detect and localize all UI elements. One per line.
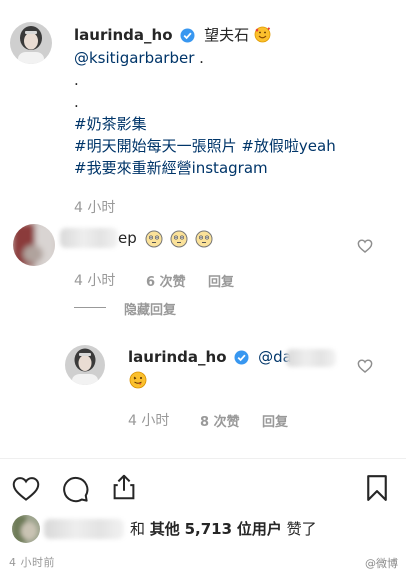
- caption-mention-suffix: .: [194, 49, 204, 67]
- reply-username[interactable]: laurinda_ho: [128, 348, 227, 366]
- tongue-face-icon: [129, 371, 147, 389]
- hashtag-link[interactable]: #放假啦yeah: [241, 137, 335, 155]
- comment-reply-button[interactable]: 回复: [208, 271, 234, 290]
- likes-others: 其他: [149, 520, 180, 538]
- caption-mention-line: @ksitigarbarber .: [74, 48, 204, 68]
- caption-dot-1: .: [74, 71, 79, 89]
- caption-hashtag-line: #明天開始每天一張照片 #放假啦yeah: [74, 136, 336, 156]
- redacted-mention: [286, 349, 336, 367]
- hide-replies-button[interactable]: 隐藏回复: [124, 299, 176, 318]
- verified-badge-icon: [180, 28, 195, 48]
- comment-like-heart-icon[interactable]: [357, 238, 373, 254]
- redacted-liker-name: [44, 519, 124, 539]
- caption-dot-2: .: [74, 93, 79, 111]
- hashtag-link[interactable]: #明天開始每天一張照片: [74, 137, 237, 155]
- comment-avatar[interactable]: [13, 224, 55, 266]
- share-icon[interactable]: [109, 472, 139, 506]
- reply-like-heart-icon[interactable]: [357, 358, 373, 374]
- bookmark-icon[interactable]: [363, 473, 391, 507]
- comment-icon[interactable]: [60, 474, 90, 508]
- verified-badge-icon: [234, 350, 249, 370]
- flushed-face-icon: [170, 230, 188, 248]
- hashtag-link[interactable]: #我要來重新經營instagram: [74, 158, 268, 178]
- flushed-face-icon: [145, 230, 163, 248]
- likes-unit: 位用户: [236, 520, 282, 538]
- comment-text: ep: [118, 229, 137, 247]
- weibo-watermark: @微博: [365, 557, 398, 570]
- section-divider: [0, 458, 406, 459]
- redacted-username: [60, 228, 118, 248]
- reply-likes-count[interactable]: 8 次赞: [200, 411, 240, 430]
- post-timestamp: 4 小时前: [9, 556, 55, 569]
- caption-avatar[interactable]: [10, 22, 52, 64]
- comment-time[interactable]: 4 小时: [74, 270, 115, 290]
- reply-time[interactable]: 4 小时: [128, 410, 169, 430]
- replies-divider: [74, 307, 106, 308]
- smiling-face-hearts-icon: [254, 26, 271, 48]
- likes-suffix: 赞了: [286, 520, 317, 538]
- hashtag-link[interactable]: #奶茶影集: [74, 114, 147, 134]
- liker-avatar[interactable]: [12, 515, 40, 543]
- likes-summary[interactable]: 和 其他 5,713 位用户 赞了: [130, 519, 317, 539]
- caption-header: laurinda_ho 望夫石: [74, 25, 271, 48]
- flushed-face-icon: [195, 230, 213, 248]
- caption-title-text: 望夫石: [204, 26, 250, 44]
- heart-icon[interactable]: [11, 474, 41, 508]
- reply-header: laurinda_ho @da: [128, 347, 292, 370]
- caption-mention-link[interactable]: @ksitigarbarber: [74, 49, 194, 67]
- caption-username[interactable]: laurinda_ho: [74, 26, 173, 44]
- reply-reply-button[interactable]: 回复: [262, 411, 288, 430]
- likes-count: 5,713: [184, 520, 233, 538]
- comment-likes-count[interactable]: 6 次赞: [146, 271, 186, 290]
- reply-avatar[interactable]: [65, 345, 105, 385]
- caption-time[interactable]: 4 小时: [74, 197, 115, 217]
- likes-and: 和: [130, 520, 146, 538]
